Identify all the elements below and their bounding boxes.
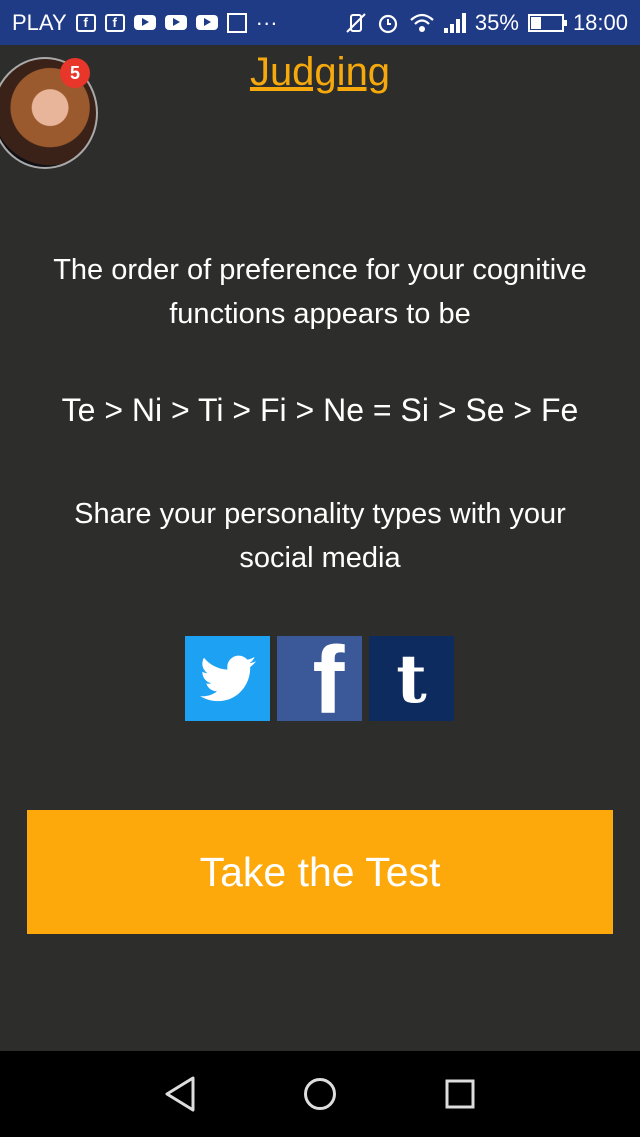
home-button[interactable]	[295, 1069, 345, 1119]
battery-icon	[527, 13, 567, 32]
battery-percent: 35%	[474, 9, 519, 35]
twitter-icon	[199, 655, 256, 701]
gallery-icon	[226, 12, 247, 33]
more-notifications-icon: ···	[255, 9, 278, 35]
social-share-buttons: f t	[185, 636, 454, 721]
share-prompt-text: Share your personality types with your s…	[74, 498, 566, 574]
back-icon	[165, 1076, 195, 1112]
facebook-icon: f	[104, 13, 125, 32]
recents-button[interactable]	[435, 1069, 485, 1119]
wifi-icon	[410, 13, 434, 32]
clock: 18:00	[572, 9, 628, 35]
description-text: The order of preference for your cogniti…	[53, 254, 587, 330]
page-title[interactable]: Judging	[0, 50, 640, 95]
youtube-icon	[195, 15, 218, 30]
tumblr-icon: t	[396, 639, 427, 718]
function-order-text: Te > Ni > Ti > Fi > Ne = Si > Se > Fe	[61, 392, 579, 428]
facebook-icon: f	[312, 636, 345, 721]
youtube-icon	[133, 15, 156, 30]
back-button[interactable]	[155, 1069, 205, 1119]
system-nav-bar	[0, 1051, 640, 1137]
status-bar: PLAY f f ··· 35% 18:00	[0, 0, 640, 45]
tumblr-share-button[interactable]: t	[369, 636, 454, 721]
carrier-label: PLAY	[12, 9, 67, 35]
home-icon	[304, 1078, 336, 1110]
alarm-icon	[378, 14, 397, 33]
facebook-share-button[interactable]: f	[277, 636, 362, 721]
status-bar-right: 35% 18:00	[345, 10, 628, 36]
vibrate-icon	[346, 12, 366, 33]
recents-icon	[445, 1079, 475, 1109]
take-the-test-button[interactable]: Take the Test	[27, 810, 613, 934]
status-bar-left: PLAY f f ···	[12, 10, 278, 36]
twitter-share-button[interactable]	[185, 636, 270, 721]
youtube-icon	[164, 15, 187, 30]
signal-icon	[443, 12, 466, 33]
facebook-icon: f	[75, 13, 96, 32]
